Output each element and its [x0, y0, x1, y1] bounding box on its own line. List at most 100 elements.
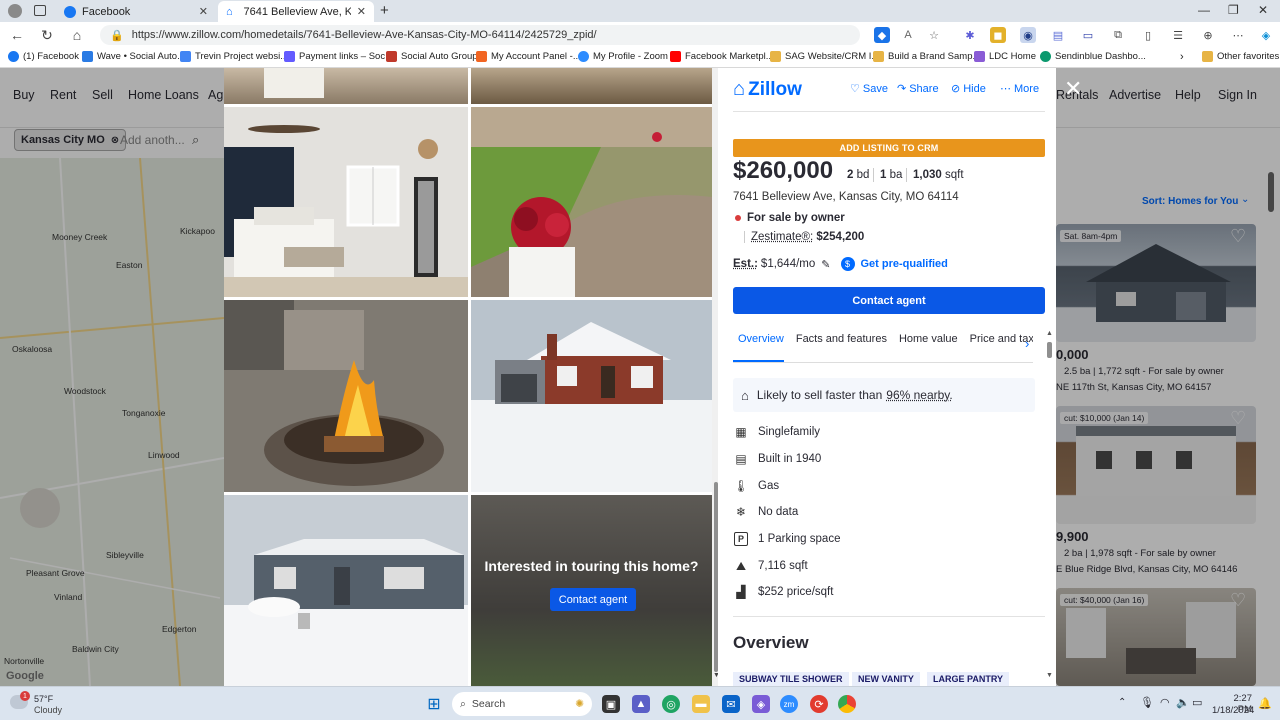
extension-active-icon[interactable]: ◉ — [1020, 27, 1036, 43]
copilot-app-icon[interactable]: ◈ — [752, 695, 770, 713]
copilot-icon[interactable]: ◈ — [1258, 27, 1274, 43]
close-tab-icon[interactable]: ✕ — [199, 5, 208, 18]
pencil-icon[interactable]: ✎ — [821, 258, 830, 271]
mail-icon[interactable]: ✉ — [722, 695, 740, 713]
tab-home-value[interactable]: Home value — [899, 333, 958, 362]
read-aloud-icon[interactable]: A — [900, 27, 916, 43]
tray-overflow-icon[interactable]: ⌃ — [1118, 697, 1126, 708]
photo-bathroom[interactable] — [224, 68, 468, 104]
other-favorites[interactable]: Other favorites — [1202, 51, 1279, 62]
wave-icon — [82, 51, 93, 62]
file-explorer-icon[interactable]: ▬ — [692, 695, 710, 713]
favorites-bar-icon[interactable]: ☰ — [1170, 27, 1186, 43]
task-view-icon[interactable]: ▣ — [602, 695, 620, 713]
clock-date[interactable]: 1/18/2024 — [1212, 705, 1254, 716]
share-button[interactable]: ↷ Share — [897, 82, 939, 96]
tab-actions-icon[interactable] — [34, 5, 46, 16]
minimize-icon[interactable]: — — [1198, 3, 1210, 17]
bookmark-item[interactable]: Build a Brand Samp... — [873, 51, 980, 62]
feature-text: Gas — [758, 480, 780, 492]
lock-icon: 🔒 — [110, 29, 124, 42]
tour-contact-agent-button[interactable]: Contact agent — [550, 588, 636, 611]
tag-extension-icon[interactable]: ◆ — [874, 27, 890, 43]
feature-text: Built in 1940 — [758, 453, 822, 465]
bookmark-item[interactable]: Social Auto Group — [386, 51, 478, 62]
scroll-up-icon[interactable]: ▲ — [1046, 330, 1053, 337]
extension-yellow-icon[interactable]: ◼ — [990, 27, 1006, 43]
photo-back-house-snow[interactable] — [224, 495, 468, 686]
more-menu-icon[interactable]: ⋯ — [1230, 27, 1246, 43]
windows-start-icon[interactable]: ⊞ — [425, 695, 443, 713]
get-prequalified-link[interactable]: Get pre-qualified — [861, 258, 948, 270]
zoom-app-icon[interactable]: zm — [780, 695, 798, 713]
teams-icon[interactable]: ▲ — [632, 695, 650, 713]
photo-front-house-snow[interactable] — [471, 300, 712, 492]
contact-agent-button[interactable]: Contact agent — [733, 287, 1045, 314]
bookmark-item[interactable]: Sendinblue Dashbo... — [1040, 51, 1146, 62]
notifications-bell-icon[interactable]: 🔔 — [1258, 697, 1272, 710]
tabs-next-chevron-icon[interactable]: › — [1025, 336, 1029, 351]
bookmark-item[interactable]: Trevin Project websi... — [180, 51, 288, 62]
tab-facts-features[interactable]: Facts and features — [796, 333, 887, 362]
more-button[interactable]: ⋯ More — [1000, 82, 1040, 96]
wifi-icon[interactable]: ◠ — [1160, 696, 1170, 709]
taskbar-search[interactable]: ⌕ Search ✺ — [452, 692, 592, 716]
extension-card-icon[interactable]: ▤ — [1050, 27, 1066, 43]
close-modal-icon[interactable]: ✕ — [1064, 76, 1082, 102]
photo-firepit[interactable] — [224, 300, 468, 492]
chrome-icon[interactable] — [838, 695, 856, 713]
split-screen-icon[interactable]: ▯ — [1140, 27, 1156, 43]
zillow-logo[interactable]: ⌂ Zillow — [733, 78, 802, 101]
tab-overview[interactable]: Overview — [733, 333, 784, 362]
scrollbar-thumb[interactable] — [1047, 342, 1052, 358]
bookmark-item[interactable]: My Account Panel -... — [476, 51, 581, 62]
battery-icon[interactable]: ▭ — [1192, 696, 1202, 709]
back-icon[interactable]: ← — [8, 26, 26, 44]
photo-interior[interactable] — [471, 68, 712, 104]
puzzle-extensions-icon[interactable]: ⧉ — [1110, 27, 1126, 43]
home-icon[interactable]: ⌂ — [68, 26, 86, 44]
bookmark-item[interactable]: (1) Facebook — [8, 51, 79, 62]
bookmark-item[interactable]: Wave • Social Auto... — [82, 51, 185, 62]
est-label[interactable]: Est.: — [733, 258, 758, 270]
bookmark-item[interactable]: Payment links – Soc... — [284, 51, 393, 62]
add-listing-to-crm-button[interactable]: ADD LISTING TO CRM — [733, 139, 1045, 157]
likely-percent[interactable]: 96% nearby. — [886, 388, 953, 402]
favorite-star-icon[interactable]: ☆ — [926, 27, 942, 43]
more-label: More — [1014, 82, 1040, 95]
extension-gear-icon[interactable]: ✱ — [962, 27, 978, 43]
tab-price-tax[interactable]: Price and tax h — [970, 333, 1033, 362]
bookmark-item[interactable]: LDC Home — [974, 51, 1036, 62]
save-button[interactable]: ♡ Save — [850, 82, 888, 96]
close-tab-icon[interactable]: ✕ — [357, 5, 366, 18]
bookmark-item[interactable]: SAG Website/CRM I... — [770, 51, 879, 62]
tab-facebook[interactable]: Facebook ✕ — [56, 1, 216, 22]
bookmark-label: Sendinblue Dashbo... — [1055, 51, 1146, 62]
photo-flowers[interactable] — [471, 107, 712, 297]
bookmark-item[interactable]: Facebook Marketpl... — [670, 51, 774, 62]
microphone-icon[interactable]: 🎙 — [1140, 696, 1154, 709]
bookmark-item[interactable]: My Profile - Zoom — [578, 51, 668, 62]
bookmarks-overflow-icon[interactable]: › — [1180, 51, 1184, 63]
photo-bedroom[interactable] — [224, 107, 468, 297]
zestimate[interactable]: Zestimate®: $254,200 — [744, 231, 864, 243]
edge-icon[interactable]: ◎ — [662, 695, 680, 713]
tab-zillow[interactable]: ⌂ 7641 Belleview Ave, Kansas City, ✕ — [218, 1, 374, 22]
extension-wallet-icon[interactable]: ▭ — [1080, 27, 1096, 43]
profile-icon[interactable] — [8, 4, 22, 18]
restore-icon[interactable]: ❐ — [1228, 3, 1239, 17]
house-tag-icon: ⌂ — [741, 387, 749, 403]
address-bar[interactable]: 🔒 https://www.zillow.com/homedetails/764… — [100, 25, 860, 45]
close-window-icon[interactable]: ✕ — [1258, 3, 1268, 17]
more-dots-icon: ⋯ — [1000, 83, 1011, 95]
scroll-down-icon[interactable]: ▼ — [1046, 672, 1053, 679]
tab-strip: Facebook ✕ ⌂ 7641 Belleview Ave, Kansas … — [0, 0, 1280, 22]
app-red-icon[interactable]: ⟳ — [810, 695, 828, 713]
volume-icon[interactable]: 🔈 — [1176, 696, 1190, 709]
url-text: https://www.zillow.com/homedetails/7641-… — [131, 29, 597, 41]
panel-scrollbar[interactable]: ▲ ▼ — [1046, 330, 1054, 680]
refresh-icon[interactable]: ↻ — [38, 26, 56, 44]
new-tab-button[interactable]: + — [380, 2, 389, 19]
collections-icon[interactable]: ⊕ — [1200, 27, 1216, 43]
hide-button[interactable]: ⊘ Hide — [951, 82, 986, 96]
